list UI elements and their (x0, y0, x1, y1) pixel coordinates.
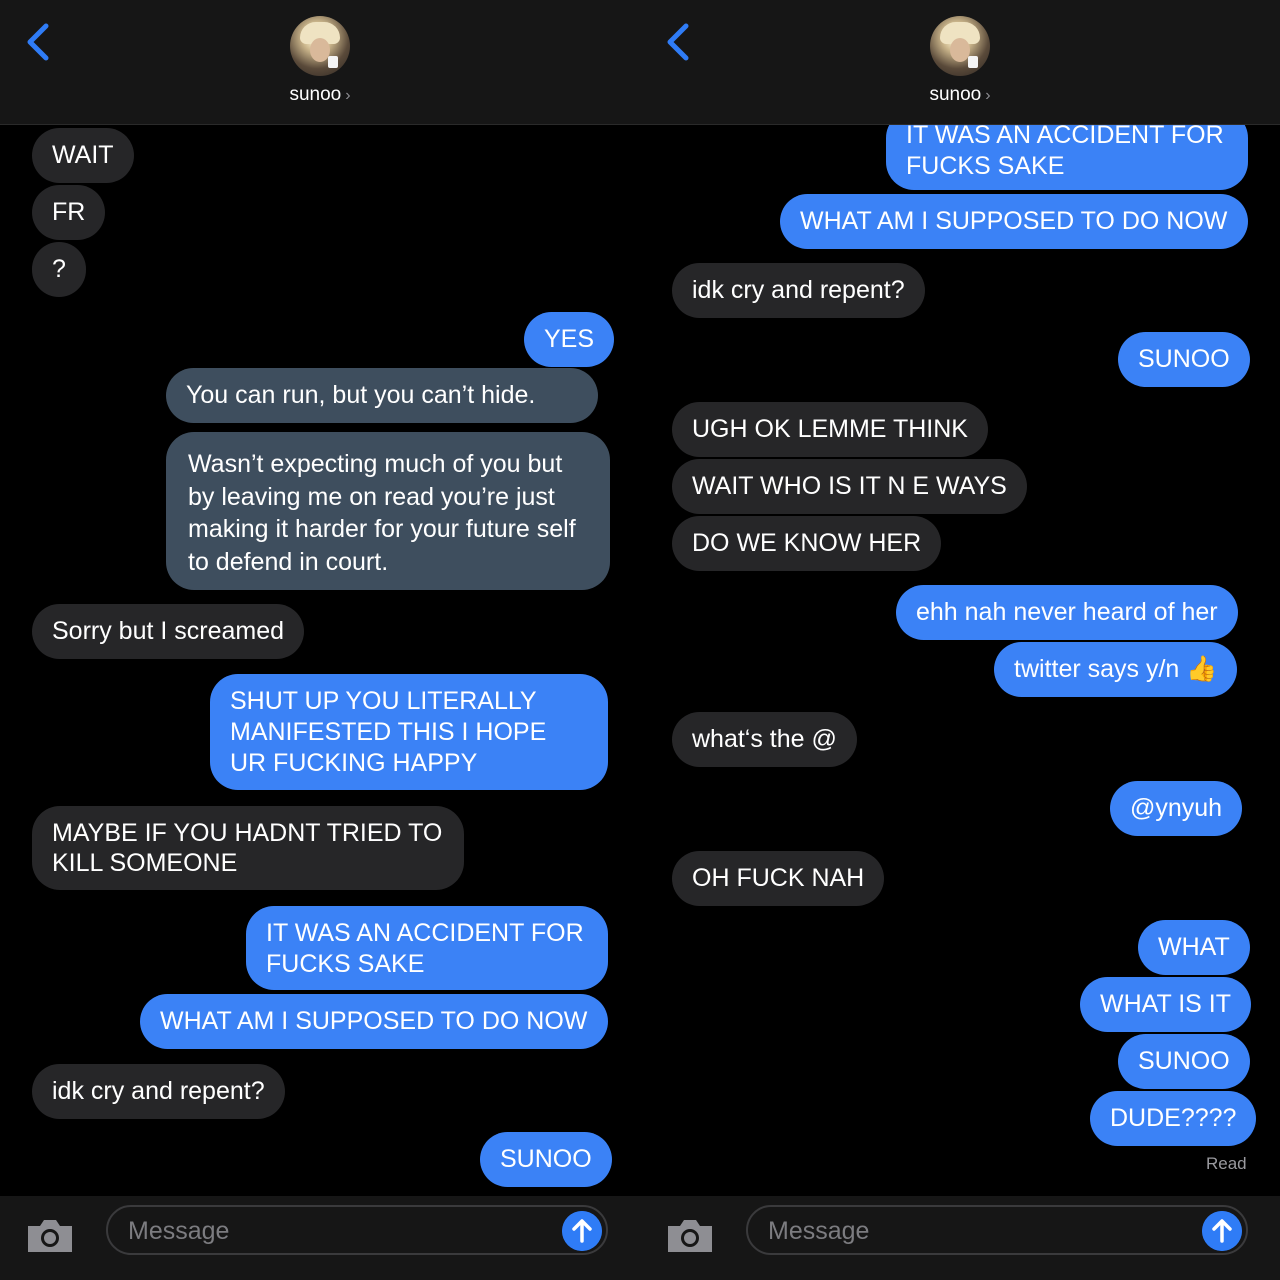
outgoing-message[interactable]: WHAT (1138, 920, 1250, 975)
left-screenshot: WAIT FR ? YES You can run, but you can’t… (0, 0, 640, 1280)
incoming-message[interactable]: what‘s the @ (672, 712, 857, 767)
outgoing-message[interactable]: SHUT UP YOU LITERALLY MANIFESTED THIS I … (210, 674, 608, 790)
message-placeholder: Message (768, 1217, 870, 1245)
thumbs-up-icon: 👍 (1186, 655, 1218, 683)
contact-name-label: sunoo (289, 84, 342, 105)
send-button[interactable] (562, 1211, 602, 1251)
chevron-right-icon: › (985, 87, 991, 104)
avatar[interactable] (930, 16, 990, 76)
outgoing-message[interactable]: WHAT AM I SUPPOSED TO DO NOW (140, 994, 608, 1049)
composer-bar: Message (640, 1196, 1280, 1280)
outgoing-message[interactable]: WHAT IS IT (1080, 977, 1252, 1032)
right-screenshot: IT WAS AN ACCIDENT FOR FUCKS SAKE WHAT A… (640, 0, 1280, 1280)
message-placeholder: Message (128, 1217, 230, 1245)
outgoing-message[interactable]: WHAT AM I SUPPOSED TO DO NOW (780, 194, 1248, 249)
contact-name[interactable]: sunoo › (0, 84, 640, 106)
incoming-message[interactable]: UGH OK LEMME THINK (672, 402, 988, 457)
camera-icon[interactable] (664, 1216, 716, 1256)
incoming-message[interactable]: WAIT WHO IS IT N E WAYS (672, 459, 1027, 514)
conversation-header: sunoo › (0, 0, 640, 125)
quoted-message[interactable]: You can run, but you can’t hide. (166, 368, 598, 423)
outgoing-message[interactable]: SUNOO (1118, 332, 1250, 387)
incoming-message[interactable]: Sorry but I screamed (32, 604, 305, 659)
incoming-message[interactable]: idk cry and repent? (32, 1064, 285, 1119)
contact-name-label: sunoo (929, 84, 982, 105)
message-thread: IT WAS AN ACCIDENT FOR FUCKS SAKE WHAT A… (640, 0, 1280, 1196)
incoming-message[interactable]: MAYBE IF YOU HADNT TRIED TO KILL SOMEONE (32, 806, 464, 890)
composer-bar: Message (0, 1196, 640, 1280)
conversation-header: sunoo › (640, 0, 1280, 125)
outgoing-message[interactable]: @ynyuh (1110, 781, 1243, 836)
incoming-message[interactable]: WAIT (32, 128, 134, 183)
read-receipt: Read (1206, 1154, 1247, 1173)
camera-icon[interactable] (24, 1216, 76, 1256)
outgoing-message[interactable]: SUNOO (480, 1132, 612, 1187)
chevron-left-icon[interactable] (20, 20, 60, 64)
message-input[interactable]: Message (106, 1205, 608, 1255)
avatar[interactable] (290, 16, 350, 76)
send-button[interactable] (1202, 1211, 1242, 1251)
contact-name[interactable]: sunoo › (640, 84, 1280, 106)
chevron-left-icon[interactable] (660, 20, 700, 64)
outgoing-message[interactable]: twitter says y/n 👍 (994, 642, 1238, 697)
incoming-message[interactable]: FR (32, 185, 106, 240)
incoming-message[interactable]: OH FUCK NAH (672, 851, 885, 906)
outgoing-message[interactable]: ehh nah never heard of her (896, 585, 1238, 640)
incoming-message[interactable]: ? (32, 242, 86, 297)
message-input[interactable]: Message (746, 1205, 1248, 1255)
incoming-message[interactable]: idk cry and repent? (672, 263, 925, 318)
message-text: twitter says y/n (1014, 655, 1180, 683)
outgoing-message[interactable]: YES (524, 312, 615, 367)
chevron-right-icon: › (345, 87, 351, 104)
message-thread: WAIT FR ? YES You can run, but you can’t… (0, 0, 640, 1196)
outgoing-message[interactable]: IT WAS AN ACCIDENT FOR FUCKS SAKE (246, 906, 608, 990)
outgoing-message[interactable]: SUNOO (1118, 1034, 1250, 1089)
outgoing-message[interactable]: DUDE???? (1090, 1091, 1257, 1146)
incoming-message[interactable]: DO WE KNOW HER (672, 516, 942, 571)
quoted-message[interactable]: Wasn’t expecting much of you but by leav… (166, 432, 610, 590)
